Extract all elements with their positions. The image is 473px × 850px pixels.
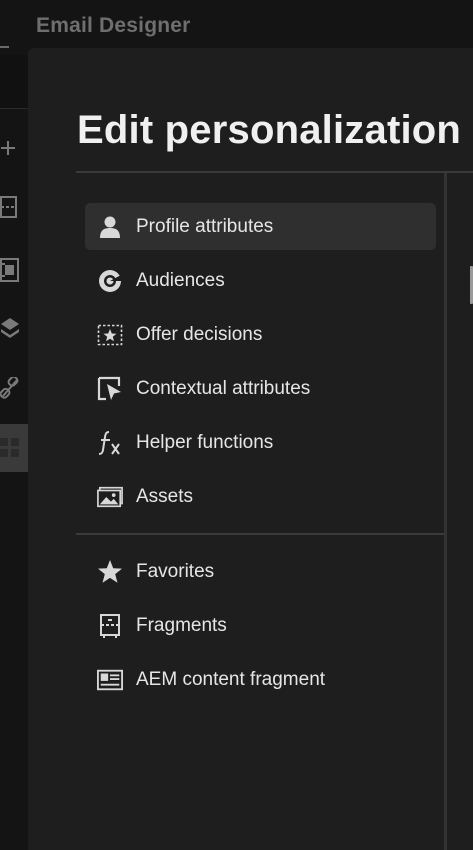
section-divider (76, 533, 444, 535)
nav-item-label: Helper functions (136, 431, 274, 453)
function-icon (97, 430, 123, 456)
link-icon (0, 377, 20, 399)
nav-item-label: AEM content fragment (136, 668, 326, 690)
dialog-title: Edit personalization (77, 108, 462, 152)
nav-item-audiences[interactable]: Audiences (85, 257, 436, 304)
fragments-rail-button[interactable] (0, 185, 28, 229)
app-window: Email Designer Edit personalization Prof… (0, 0, 473, 850)
grid-icon (0, 438, 20, 458)
nav-item-assets[interactable]: Assets (85, 473, 436, 520)
link-rail-button[interactable] (0, 366, 28, 410)
layers-rail-button[interactable] (0, 306, 28, 350)
edit-personalization-dialog: Edit personalization Profile attributes … (28, 48, 473, 850)
nav-item-aem-content-fragment[interactable]: AEM content fragment (85, 656, 436, 703)
app-header: Email Designer (0, 0, 473, 55)
fragment-icon (0, 196, 18, 218)
star-icon (97, 559, 123, 585)
nav-item-offer-decisions[interactable]: Offer decisions (85, 311, 436, 358)
nav-item-favorites[interactable]: Favorites (85, 548, 436, 595)
add-button[interactable] (0, 126, 28, 170)
audience-icon (97, 268, 123, 294)
app-title: Email Designer (36, 14, 191, 37)
title-divider (76, 171, 473, 173)
contextual-icon (97, 376, 123, 402)
nav-item-label: Profile attributes (136, 215, 274, 237)
plus-icon (0, 140, 16, 156)
image-icon (97, 484, 123, 510)
film-icon (0, 258, 20, 282)
nav-item-label: Offer decisions (136, 323, 263, 345)
collapse-icon[interactable] (0, 46, 9, 48)
personalization-rail-button[interactable] (0, 424, 28, 472)
nav-item-contextual-attributes[interactable]: Contextual attributes (85, 365, 436, 412)
content-fragment-icon (97, 667, 123, 693)
nav-item-label: Audiences (136, 269, 225, 291)
nav-item-profile-attributes[interactable]: Profile attributes (85, 203, 436, 250)
fragment-icon (97, 613, 123, 639)
left-toolbar (0, 108, 30, 850)
offer-icon (97, 322, 123, 348)
layers-icon (0, 317, 20, 339)
nav-item-label: Assets (136, 485, 194, 507)
panel-divider (444, 173, 447, 850)
nav-item-label: Favorites (136, 560, 215, 582)
nav-item-label: Contextual attributes (136, 377, 311, 399)
nav-item-helper-functions[interactable]: Helper functions (85, 419, 436, 466)
media-rail-button[interactable] (0, 248, 28, 292)
nav-item-fragments[interactable]: Fragments (85, 602, 436, 649)
nav-item-label: Fragments (136, 614, 227, 636)
user-icon (97, 214, 123, 240)
